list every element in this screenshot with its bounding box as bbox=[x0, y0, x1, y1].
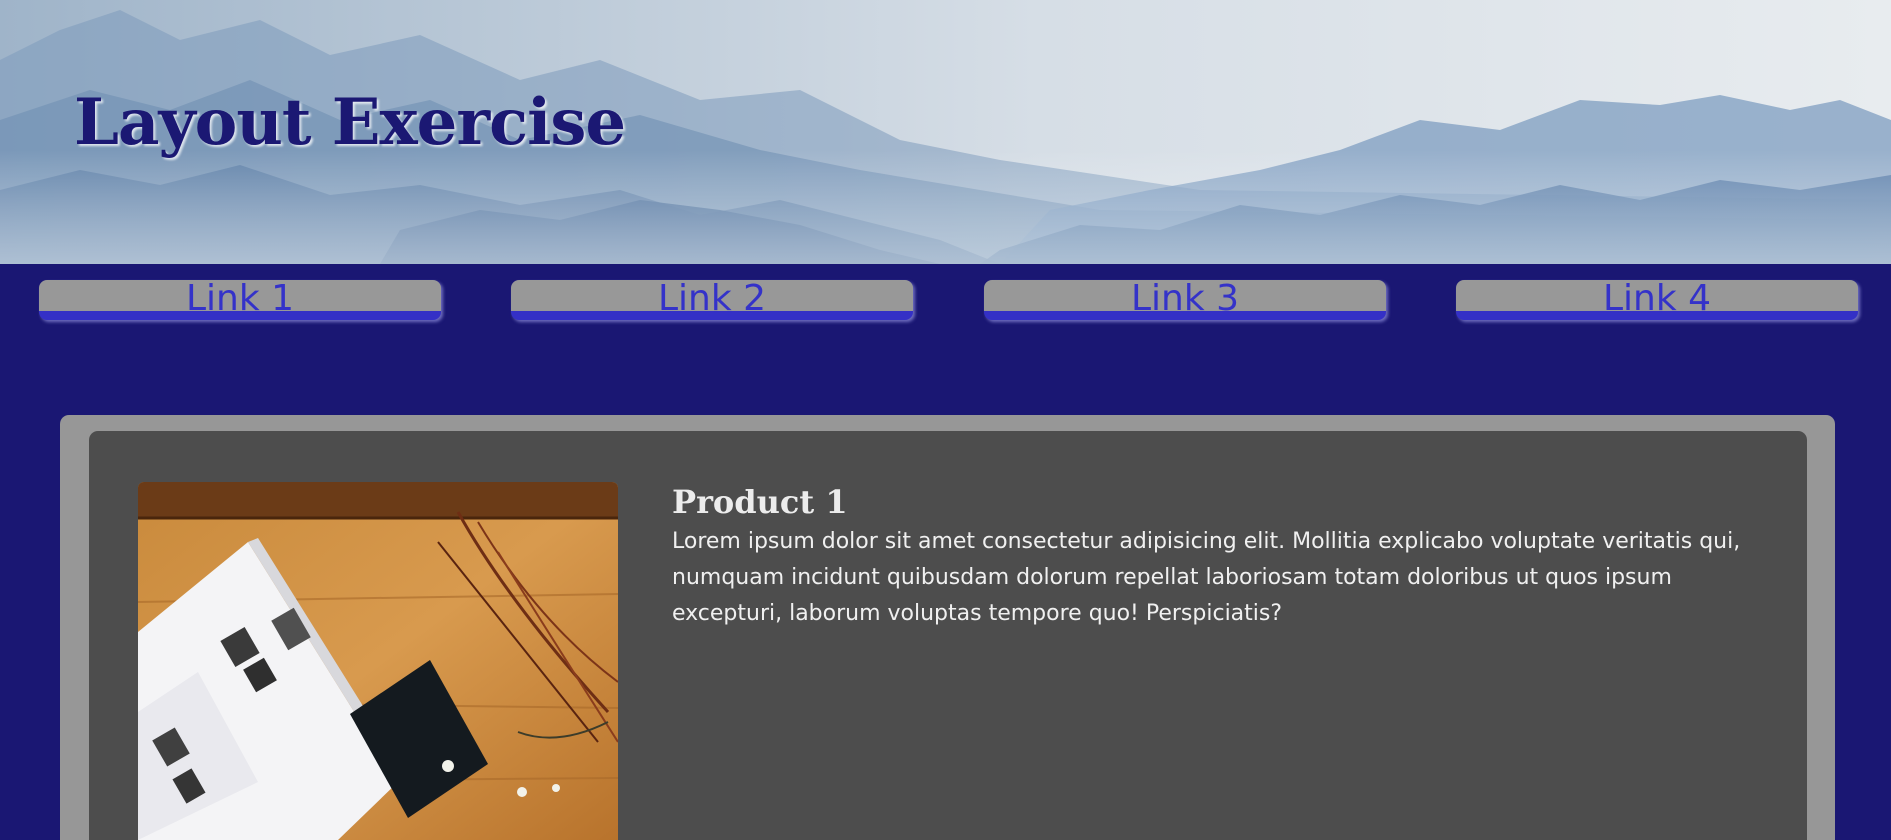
product-image bbox=[138, 482, 618, 840]
main-nav: Link 1 Link 2 Link 3 Link 4 bbox=[0, 264, 1891, 344]
header-banner: Layout Exercise bbox=[0, 0, 1891, 264]
nav-link-3[interactable]: Link 3 bbox=[984, 280, 1386, 320]
nav-link-4[interactable]: Link 4 bbox=[1456, 280, 1858, 320]
product-title: Product 1 bbox=[672, 483, 848, 521]
nav-link-1[interactable]: Link 1 bbox=[39, 280, 441, 320]
site-title: Layout Exercise bbox=[74, 85, 626, 160]
nav-link-2[interactable]: Link 2 bbox=[511, 280, 913, 320]
product-description: Lorem ipsum dolor sit amet consectetur a… bbox=[672, 529, 1741, 626]
